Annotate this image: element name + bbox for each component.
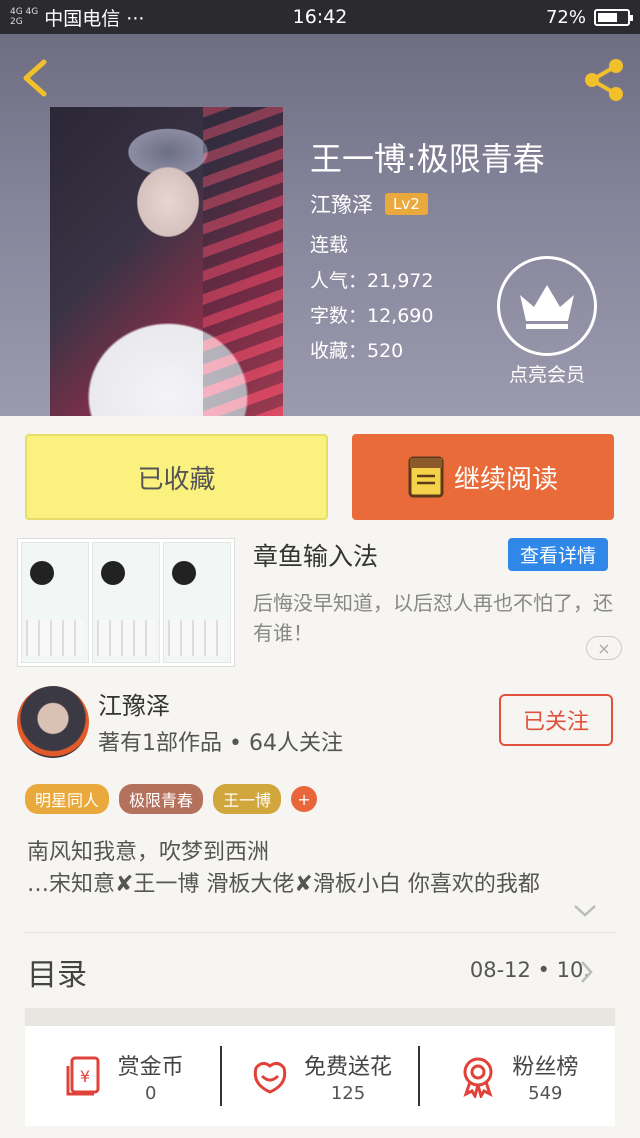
chevron-down-icon[interactable] <box>573 903 597 922</box>
cover-decoration <box>203 107 283 416</box>
fan-ranking-button[interactable]: 粉丝榜 549 <box>420 1049 615 1104</box>
book-title: 王一博:极限青春 <box>310 140 545 178</box>
collected-button[interactable]: 已收藏 <box>25 434 328 520</box>
close-icon[interactable]: × <box>586 636 622 660</box>
free-flower-value: 125 <box>330 1082 366 1104</box>
follow-button[interactable]: 已关注 <box>499 694 613 746</box>
book-header: 王一博:极限青春 江豫泽 Lv2 连载 人气：21,972 字数：12,690 … <box>0 34 640 416</box>
author-card-name[interactable]: 江豫泽 <box>98 686 170 721</box>
ad-panel <box>163 542 231 663</box>
continue-reading-button[interactable]: 继续阅读 <box>352 434 614 520</box>
tag-star-fanfic[interactable]: 明星同人 <box>25 784 110 814</box>
ad-details-button[interactable]: 查看详情 <box>508 538 608 571</box>
signal-bottom-text: 2G <box>10 17 23 27</box>
description-line-2: …宋知意✘王一博 滑板大佬✘滑板小白 你喜欢的我都 <box>27 872 540 897</box>
continue-reading-label: 继续阅读 <box>453 464 558 495</box>
toc-title[interactable]: 目录 <box>27 950 87 994</box>
toc-latest-date[interactable]: 08-12 • 10. <box>470 958 590 982</box>
reward-stats-row: ¥ 赏金币 0 免费送花 125 粉丝榜 549 <box>25 1026 615 1126</box>
signal-indicator: 4G 4G 2G <box>10 7 38 27</box>
collected-label: 已收藏 <box>137 464 216 495</box>
red-envelope-icon: ¥ <box>66 1056 100 1096</box>
add-tag-button[interactable]: + <box>291 786 318 812</box>
battery-fill <box>598 12 618 22</box>
back-arrow-icon[interactable] <box>16 56 56 100</box>
avatar[interactable] <box>17 686 89 758</box>
level-badge: Lv2 <box>385 193 428 215</box>
serial-status: 连载 <box>310 234 349 256</box>
book-description[interactable]: 南风知我意，吹梦到西洲 …宋知意✘王一博 滑板大佬✘滑板小白 你喜欢的我都 <box>27 837 615 901</box>
section-separator <box>25 1008 615 1026</box>
author-row: 江豫泽 Lv2 <box>310 189 428 219</box>
medal-icon <box>463 1057 493 1098</box>
reward-coins-button[interactable]: ¥ 赏金币 0 <box>25 1049 220 1104</box>
ad-thumbnail[interactable] <box>17 538 235 667</box>
fan-ranking-label: 粉丝榜 <box>512 1054 579 1080</box>
battery-icon <box>594 8 633 26</box>
status-bar: 4G 4G 2G 中国电信 ··· 16:42 72% <box>0 0 640 34</box>
word-count: 字数：12,690 <box>310 305 434 327</box>
author-name[interactable]: 江豫泽 <box>310 189 373 219</box>
free-flower-label: 免费送花 <box>303 1054 392 1080</box>
ad-title[interactable]: 章鱼输入法 <box>253 537 378 573</box>
collection-count: 收藏：520 <box>310 340 404 362</box>
free-flower-button[interactable]: 免费送花 125 <box>222 1049 417 1104</box>
author-stats: 著有1部作品 • 64人关注 <box>98 731 343 756</box>
share-icon[interactable] <box>580 56 628 104</box>
svg-text:¥: ¥ <box>80 1067 90 1086</box>
tag-list: 明星同人 极限青春 王一博 + <box>25 784 318 814</box>
ad-description: 后悔没早知道，以后怼人再也不怕了，还有谁！ <box>253 591 613 645</box>
vip-label: 点亮会员 <box>508 364 585 386</box>
vip-button[interactable]: 点亮会员 <box>492 256 602 387</box>
reward-coins-label: 赏金币 <box>117 1054 184 1080</box>
reward-coins-value: 0 <box>144 1082 157 1104</box>
ad-panel <box>92 542 160 663</box>
divider <box>25 932 615 933</box>
battery-percent: 72% <box>545 6 586 28</box>
book-icon <box>408 456 444 498</box>
chevron-right-icon[interactable] <box>580 960 594 988</box>
popularity-count: 人气：21,972 <box>310 270 434 292</box>
tag-extreme-youth[interactable]: 极限青春 <box>119 784 204 814</box>
tag-wang-yibo[interactable]: 王一博 <box>213 784 282 814</box>
book-cover-image[interactable] <box>50 107 283 416</box>
crown-icon <box>497 256 597 356</box>
ad-panel <box>21 542 89 663</box>
signal-top-text: 4G 4G <box>10 7 39 17</box>
fan-ranking-value: 549 <box>528 1082 563 1104</box>
description-line-1: 南风知我意，吹梦到西洲 <box>27 840 270 865</box>
carrier-label: 中国电信 ··· <box>44 7 145 30</box>
flower-icon <box>253 1061 287 1094</box>
